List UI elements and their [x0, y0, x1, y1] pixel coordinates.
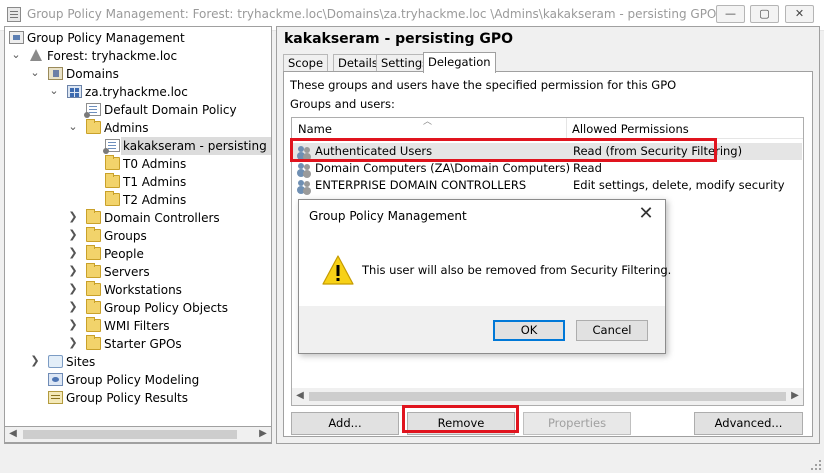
- collapse-arrow-icon[interactable]: ⌄: [49, 84, 59, 97]
- starter-gpos-icon: [86, 335, 101, 350]
- list-row-domain-computers[interactable]: Domain Computers (ZA\Domain Computers) R…: [293, 160, 802, 177]
- domains-icon: [48, 67, 63, 80]
- dialog-message: This user will also be removed from Secu…: [362, 263, 672, 277]
- ou-folder-icon: [86, 209, 101, 224]
- confirm-dialog: Group Policy Management ✕ This user will…: [298, 199, 671, 354]
- expand-arrow-icon[interactable]: ❯: [68, 300, 78, 313]
- row-permissions: Edit settings, delete, modify security: [573, 178, 785, 192]
- scrollbar-thumb[interactable]: [23, 430, 237, 439]
- tab-delegation[interactable]: Delegation: [423, 52, 496, 73]
- groups-and-users-label: Groups and users:: [290, 97, 395, 111]
- expand-arrow-icon[interactable]: ❯: [68, 246, 78, 259]
- collapse-arrow-icon[interactable]: ⌄: [30, 66, 40, 79]
- sort-ascending-icon: ︿: [423, 117, 433, 127]
- column-divider[interactable]: [566, 118, 567, 138]
- gpo-container-icon: [86, 299, 101, 314]
- wmi-filters-icon: [86, 317, 101, 332]
- users-group-icon: [298, 145, 312, 158]
- scroll-left-icon[interactable]: ◀: [293, 390, 307, 401]
- row-name: Authenticated Users: [315, 144, 433, 158]
- expand-arrow-icon[interactable]: ❯: [68, 228, 78, 241]
- list-horizontal-scrollbar[interactable]: ◀ ▶: [292, 388, 803, 405]
- column-header-name[interactable]: Name: [298, 122, 332, 136]
- gpo-link-icon: [84, 103, 101, 118]
- scroll-right-icon[interactable]: ▶: [256, 428, 270, 439]
- scrollbar-thumb[interactable]: [309, 392, 786, 401]
- list-row-authenticated-users[interactable]: Authenticated Users Read (from Security …: [293, 143, 802, 160]
- properties-button[interactable]: Properties: [523, 412, 631, 435]
- collapse-arrow-icon[interactable]: ⌄: [11, 48, 21, 61]
- users-group-icon: [298, 162, 312, 175]
- ok-button[interactable]: OK: [493, 320, 565, 341]
- sites-icon: [48, 355, 63, 368]
- tree-horizontal-scrollbar[interactable]: ◀ ▶: [4, 426, 272, 443]
- row-name: ENTERPRISE DOMAIN CONTROLLERS: [315, 178, 527, 192]
- expand-arrow-icon[interactable]: ❯: [68, 282, 78, 295]
- ou-folder-icon: [86, 281, 101, 296]
- forest-icon: [29, 49, 44, 62]
- list-row-enterprise-domain-controllers[interactable]: ENTERPRISE DOMAIN CONTROLLERS Edit setti…: [293, 177, 802, 194]
- users-group-icon: [298, 179, 312, 192]
- scroll-right-icon[interactable]: ▶: [788, 390, 802, 401]
- ou-folder-icon: [86, 245, 101, 260]
- resize-grip-icon[interactable]: [811, 460, 821, 470]
- ou-folder-icon: [86, 119, 101, 134]
- ou-folder-icon: [105, 155, 120, 170]
- results-icon: [48, 391, 63, 404]
- close-window-button[interactable]: ✕: [785, 5, 814, 23]
- tab-scope[interactable]: Scope: [283, 54, 329, 72]
- delegation-description: These groups and users have the specifie…: [290, 78, 677, 92]
- expand-arrow-icon[interactable]: ❯: [68, 336, 78, 349]
- cancel-button[interactable]: Cancel: [576, 320, 648, 341]
- gpo-title: kakakseram - persisting GPO: [284, 31, 514, 47]
- maximize-button[interactable]: ▢: [750, 5, 779, 23]
- expand-arrow-icon[interactable]: ❯: [68, 264, 78, 277]
- expand-arrow-icon[interactable]: ❯: [30, 354, 40, 367]
- expand-arrow-icon[interactable]: ❯: [68, 318, 78, 331]
- window-title: Group Policy Management: Forest: tryhack…: [27, 7, 717, 21]
- add-button[interactable]: Add...: [291, 412, 399, 435]
- minimize-button[interactable]: —: [716, 5, 745, 23]
- console-tree[interactable]: Group Policy Management ⌄ Forest: tryhac…: [4, 26, 272, 444]
- group-policy-management-icon: [9, 31, 24, 44]
- advanced-button[interactable]: Advanced...: [694, 412, 803, 435]
- row-name: Domain Computers (ZA\Domain Computers): [315, 161, 571, 175]
- collapse-arrow-icon[interactable]: ⌄: [68, 120, 78, 133]
- gpo-link-icon: [103, 139, 120, 154]
- modeling-icon: [48, 373, 63, 386]
- app-icon: [7, 7, 21, 22]
- dialog-footer: OK Cancel: [299, 306, 665, 353]
- dialog-title: Group Policy Management: [309, 209, 467, 223]
- expand-arrow-icon[interactable]: ❯: [68, 210, 78, 223]
- row-permissions: Read (from Security Filtering): [573, 144, 743, 158]
- row-permissions: Read: [573, 161, 602, 175]
- status-bar: [0, 448, 824, 473]
- ou-folder-icon: [86, 227, 101, 242]
- dialog-close-button[interactable]: ✕: [635, 204, 657, 226]
- remove-button[interactable]: Remove: [407, 412, 515, 435]
- ou-folder-icon: [105, 173, 120, 188]
- ou-folder-icon: [86, 263, 101, 278]
- list-header: ︿ Name Allowed Permissions: [292, 118, 803, 139]
- domain-icon: [67, 85, 82, 98]
- column-header-permissions[interactable]: Allowed Permissions: [572, 122, 689, 136]
- warning-icon: [321, 254, 355, 286]
- ou-folder-icon: [105, 191, 120, 206]
- scroll-left-icon[interactable]: ◀: [6, 428, 20, 439]
